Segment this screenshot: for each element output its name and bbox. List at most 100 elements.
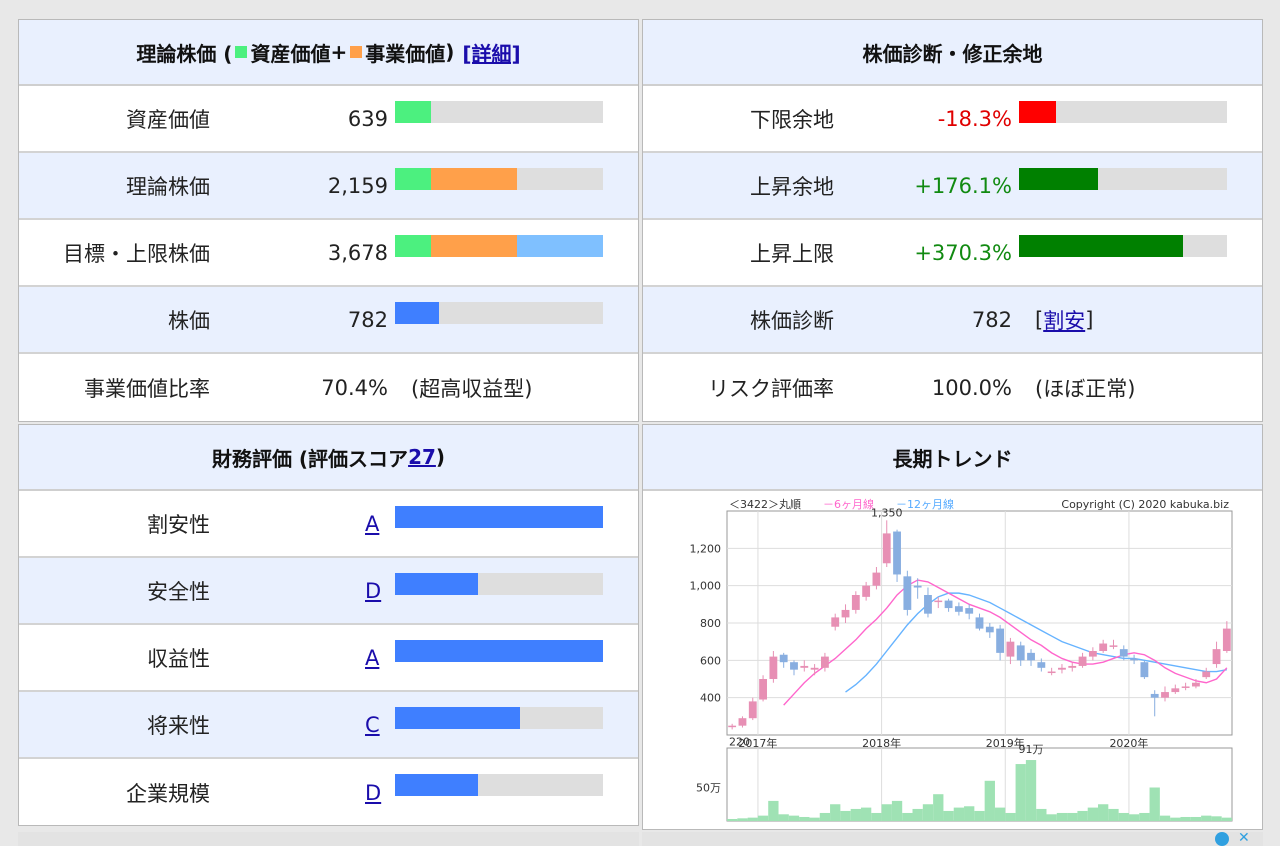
trend-panel: 長期トレンド ＜3422＞丸順 －6ヶ月線 －12ヶ月線 Copyright (… <box>642 424 1263 830</box>
y-tick-label: 400 <box>700 692 721 705</box>
candle-body <box>1130 658 1139 661</box>
row-upside-limit: 上昇上限 +370.3% <box>643 220 1262 287</box>
volume-bar <box>922 804 934 821</box>
row-cheapness: 割安性 A <box>19 491 638 558</box>
diagnosis-panel: 株価診断・修正余地 下限余地 -18.3% 上昇余地 +176.1% 上昇上限 … <box>642 19 1263 422</box>
trend-chart: ＜3422＞丸順 －6ヶ月線 －12ヶ月線 Copyright (C) 2020… <box>690 497 1233 822</box>
volume-bar <box>757 815 769 821</box>
grade-segment <box>395 707 520 729</box>
volume-bar <box>1201 815 1212 821</box>
candle-body <box>748 701 757 719</box>
grade-link[interactable]: D <box>365 759 381 826</box>
candle-body <box>1078 656 1087 666</box>
volume-bar <box>943 810 954 821</box>
row-value: 782 <box>347 307 388 332</box>
grade-link[interactable]: A <box>365 625 379 690</box>
candle-body <box>820 656 829 668</box>
chart-stock-label: ＜3422＞丸順 <box>729 498 801 511</box>
volume-bar <box>1087 807 1099 821</box>
volume-bar <box>1211 816 1222 821</box>
row-future: 将来性 C <box>19 692 638 759</box>
ad-info-icon[interactable] <box>1215 832 1229 846</box>
row-label: 理論株価 <box>126 174 210 199</box>
candle-body <box>975 617 984 629</box>
volume-peak-label: 91万 <box>1019 743 1044 756</box>
volume-bar <box>1190 816 1202 821</box>
candle-body <box>1099 643 1108 651</box>
row-value: +176.1% <box>914 173 1012 198</box>
candle-body <box>1109 645 1118 647</box>
volume-bar <box>1036 808 1047 821</box>
volume-bar <box>933 794 944 821</box>
volume-bar <box>1098 804 1109 821</box>
x-tick-label: 2018年 <box>862 736 901 750</box>
asset-segment <box>395 101 431 123</box>
candle-body <box>996 628 1005 653</box>
candle-body <box>1027 652 1035 661</box>
candle-body <box>913 585 922 588</box>
diagnosis-title: 株価診断・修正余地 <box>862 41 1043 66</box>
bracket-open: [ <box>1035 307 1044 332</box>
financial-title-close: ) <box>435 445 446 469</box>
candle-body <box>841 609 850 618</box>
x-tick-label: 2020年 <box>1109 736 1148 750</box>
row-business-ratio: 事業価値比率 70.4% (超高収益型) <box>19 354 638 421</box>
volume-bar <box>891 800 903 821</box>
row-label: 事業価値比率 <box>84 376 210 401</box>
row-label: 目標・上限株価 <box>63 241 210 266</box>
candle-body <box>872 572 881 586</box>
volume-bar <box>974 810 985 821</box>
candle-body <box>1181 686 1190 688</box>
grade-link[interactable]: C <box>365 692 380 757</box>
volume-bar <box>1128 814 1140 821</box>
theoretical-bar <box>395 168 603 190</box>
row-downside: 下限余地 -18.3% <box>643 86 1262 153</box>
grade-segment <box>395 573 479 595</box>
high-label: 1,350 <box>871 506 903 519</box>
target-bar <box>395 235 603 257</box>
price-segment <box>395 302 440 324</box>
volume-bar <box>1221 817 1232 821</box>
row-label: 収益性 <box>147 646 210 671</box>
candle-body <box>738 718 747 726</box>
financial-panel: 財務評価 (評価スコア 27 ) 割安性 A 安全性 D 収益性 A 将来性 C… <box>18 424 639 826</box>
volume-bar <box>860 807 872 821</box>
volume-bar <box>1005 812 1016 821</box>
grade-link[interactable]: A <box>365 491 379 556</box>
volume-bar <box>788 815 800 821</box>
candle-body <box>893 531 901 575</box>
candle-body <box>1202 671 1211 678</box>
trend-title: 長期トレンド <box>892 446 1013 471</box>
volume-bar <box>871 812 882 821</box>
candle-body <box>985 626 994 633</box>
upside-segment <box>1019 168 1099 190</box>
candle-body <box>862 585 871 597</box>
cheap-link[interactable]: 割安 <box>1043 305 1085 335</box>
volume-bar <box>912 808 923 821</box>
row-label: 将来性 <box>147 713 210 738</box>
row-upside: 上昇余地 +176.1% <box>643 153 1262 220</box>
volume-bar <box>881 804 892 821</box>
grade-link[interactable]: D <box>365 558 381 623</box>
asset-legend-label: 資産価値 <box>250 41 331 66</box>
row-value: 100.0% <box>931 375 1012 400</box>
volume-bar <box>902 812 913 821</box>
asset-segment <box>395 168 431 190</box>
volume-bar <box>809 817 820 821</box>
score-link[interactable]: 27 <box>408 445 436 469</box>
volume-bar <box>830 804 841 821</box>
candle-body <box>1161 692 1169 698</box>
detail-link[interactable]: [詳細] <box>462 38 520 67</box>
business-legend-label: 事業価値 <box>365 41 446 66</box>
candle-body <box>924 595 932 614</box>
candle-body <box>944 600 953 609</box>
volume-bar <box>1149 787 1160 821</box>
ma12-legend: －12ヶ月線 <box>896 497 954 511</box>
candle-body <box>903 576 912 610</box>
volume-bar <box>850 808 861 821</box>
ad-close-icon[interactable]: ✕ <box>1238 830 1250 846</box>
row-label: 上昇余地 <box>750 174 834 199</box>
business-segment <box>430 168 518 190</box>
row-label: 資産価値 <box>126 107 210 132</box>
volume-bar <box>799 816 810 821</box>
